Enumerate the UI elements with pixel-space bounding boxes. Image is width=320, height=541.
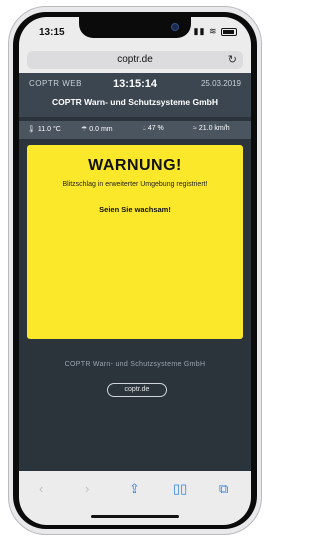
wifi-icon: ≋ <box>208 26 218 36</box>
temperature-value: 11.0 °C <box>37 126 61 133</box>
battery-icon <box>221 27 237 36</box>
warning-message: Blitzschlag in erweiterter Umgebung regi… <box>62 181 208 188</box>
home-indicator[interactable] <box>91 515 179 518</box>
browser-address-area: coptr.de ↻ <box>19 47 251 73</box>
precipitation-item: ☂︎ 0.0 mm <box>81 125 113 133</box>
weather-bar: 🌡︎ 11.0 °C ☂︎ 0.0 mm 💧︎ 47 % ≈21.0 km/h <box>19 121 251 139</box>
status-time: 13:15 <box>39 27 65 38</box>
screen: 13:15 ▮▮ ≋ coptr.de ↻ COPTR WEB 13:15:14… <box>19 17 251 525</box>
footer-website-link[interactable]: coptr.de <box>107 383 167 397</box>
footer-company: COPTR Warn- und Schutzsysteme GmbH <box>64 361 206 368</box>
status-icons: ▮▮ ≋ <box>194 26 237 37</box>
status-bar: 13:15 ▮▮ ≋ <box>19 17 251 47</box>
tabs-icon[interactable]: ⧉ <box>219 481 228 497</box>
wind-value: 21.0 km/h <box>198 125 230 132</box>
humidity-item: 💧︎ 47 % <box>143 125 164 133</box>
share-icon[interactable]: ⇪ <box>129 481 140 497</box>
precipitation-value: 0.0 mm <box>89 126 113 133</box>
bookmarks-icon[interactable]: ▯▯ <box>173 481 187 497</box>
camera-icon <box>171 23 179 31</box>
warning-panel: WARNUNG! Blitzschlag in erweiterter Umge… <box>27 145 243 339</box>
signal-icon: ▮▮ <box>193 26 206 36</box>
wind-icon: ≈ <box>193 125 197 132</box>
company-title: COPTR Warn- und Schutzsysteme GmbH <box>52 97 218 107</box>
warning-call-to-action: Seien Sie wachsam! <box>99 205 171 214</box>
forward-icon[interactable]: › <box>85 481 89 496</box>
page-header: COPTR WEB 13:15:14 25.03.2019 COPTR Warn… <box>19 73 251 117</box>
wind-item: ≈21.0 km/h <box>193 125 230 132</box>
warning-title: WARNUNG! <box>88 157 182 174</box>
thermometer-icon: 🌡︎ <box>27 126 36 133</box>
temperature-item: 🌡︎ 11.0 °C <box>27 125 61 133</box>
humidity-icon: 💧︎ <box>143 125 146 132</box>
browser-toolbar: ‹ › ⇪ ▯▯ ⧉ <box>19 471 251 525</box>
url-text[interactable]: coptr.de <box>27 54 243 65</box>
rain-icon: ☂︎ <box>81 126 88 133</box>
reload-icon[interactable]: ↻ <box>228 53 237 66</box>
date: 25.03.2019 <box>200 79 241 88</box>
back-icon[interactable]: ‹ <box>39 481 43 496</box>
address-bar[interactable]: coptr.de ↻ <box>27 51 243 69</box>
humidity-value: 47 % <box>147 125 164 132</box>
